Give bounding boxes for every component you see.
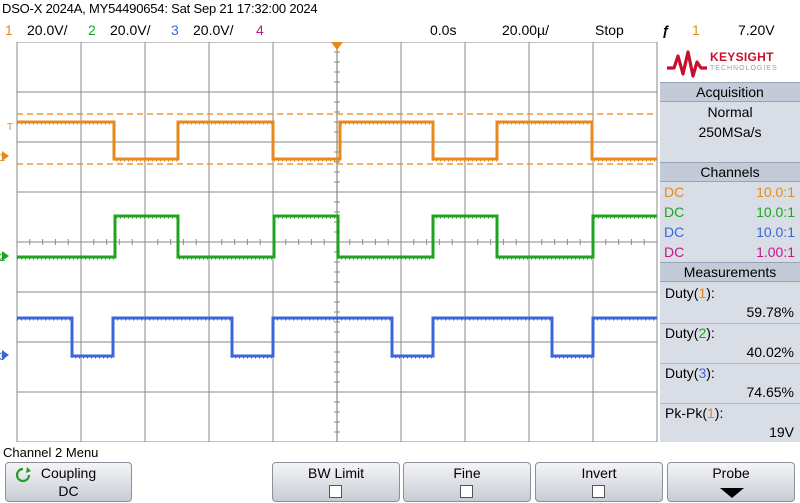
channel-1-coupling: DC (664, 184, 685, 200)
measurement-3-value: 74.65% (746, 384, 794, 400)
bw-limit-label: BW Limit (308, 465, 364, 481)
measurement-divider (660, 363, 800, 364)
channel-2-coupling: DC (664, 204, 685, 220)
channel-3-ground-marker-icon-label: 3 (0, 351, 5, 363)
keysight-wave-icon (667, 50, 707, 78)
ch3-number[interactable]: 3 (171, 22, 179, 38)
channel-1-probe: 10.0:1 (756, 184, 795, 200)
probe-softkey[interactable]: Probe (667, 462, 795, 502)
channel-2-probe: 10.0:1 (756, 204, 795, 220)
measurement-divider (660, 403, 800, 404)
channel-row-2: DC 10.0:1 (660, 203, 800, 223)
brand-name: KEYSIGHT (710, 50, 774, 64)
trigger-source[interactable]: 1 (692, 22, 700, 38)
channel-4-coupling: DC (664, 244, 685, 260)
ch3-scale[interactable]: 20.0V/ (193, 22, 233, 38)
ch1-scale[interactable]: 20.0V/ (27, 22, 67, 38)
channel-row-3: DC 10.0:1 (660, 223, 800, 243)
measurements-heading: Measurements (660, 262, 800, 282)
invert-label: Invert (581, 465, 617, 481)
waveform-display[interactable]: T 1 2 3 (0, 41, 658, 443)
fine-label: Fine (453, 465, 481, 481)
measurement-4-label: Pk-Pk(1): (665, 405, 724, 421)
trigger-slope-icon: ƒ (662, 22, 670, 38)
coupling-value: DC (58, 483, 79, 499)
measurement-divider (660, 323, 800, 324)
fine-softkey[interactable]: Fine (403, 462, 531, 502)
measurement-4-value: 19V (769, 424, 794, 440)
invert-checkbox[interactable] (592, 485, 605, 498)
channel-row-4: DC 1.00:1 (660, 243, 800, 263)
ch1-number[interactable]: 1 (5, 22, 13, 38)
channel-row-1: DC 10.0:1 (660, 183, 800, 203)
acquisition-mode: Normal (707, 104, 753, 120)
channel-1-ground-marker-icon-label: 1 (0, 152, 5, 164)
time-scale[interactable]: 20.00µ/ (502, 22, 549, 38)
time-delay[interactable]: 0.0s (430, 22, 456, 38)
channel-2-ground-marker-icon-label: 2 (0, 252, 5, 264)
channel-3-coupling: DC (664, 224, 685, 240)
ch2-scale[interactable]: 20.0V/ (110, 22, 150, 38)
info-sidebar: KEYSIGHT TECHNOLOGIES Acquisition Normal… (660, 42, 800, 442)
trigger-level[interactable]: 7.20V (738, 22, 775, 38)
acquisition-heading: Acquisition (660, 82, 800, 102)
menu-title: Channel 2 Menu (3, 445, 99, 460)
ch2-number[interactable]: 2 (88, 22, 96, 38)
measurement-1-label: Duty(1): (665, 285, 715, 301)
probe-label: Probe (712, 465, 750, 481)
trigger-marker-label: T (7, 122, 13, 133)
ch4-number[interactable]: 4 (256, 22, 264, 38)
window-title: DSO-X 2024A, MY54490654: Sat Sep 21 17:3… (2, 1, 318, 16)
graticule: T 1 2 3 (0, 41, 658, 443)
measurement-2-value: 40.02% (746, 344, 794, 360)
bw-limit-softkey[interactable]: BW Limit (272, 462, 400, 502)
coupling-label: Coupling (40, 465, 97, 481)
measurement-3-label: Duty(3): (665, 365, 715, 381)
fine-checkbox[interactable] (460, 485, 473, 498)
submenu-arrow-icon (720, 488, 744, 498)
invert-softkey[interactable]: Invert (535, 462, 663, 502)
acquisition-rate: 250MSa/s (698, 124, 762, 140)
channels-heading: Channels (660, 162, 800, 182)
brand-sub: TECHNOLOGIES (710, 65, 778, 72)
bw-limit-checkbox[interactable] (329, 485, 342, 498)
brand-logo: KEYSIGHT TECHNOLOGIES (660, 42, 800, 86)
status-bar: 1 20.0V/ 2 20.0V/ 3 20.0V/ 4 0.0s 20.00µ… (0, 20, 800, 40)
run-state[interactable]: Stop (595, 22, 624, 38)
channel-4-probe: 1.00:1 (756, 244, 795, 260)
channel-3-probe: 10.0:1 (756, 224, 795, 240)
measurement-1-value: 59.78% (746, 304, 794, 320)
coupling-softkey[interactable]: Coupling DC (5, 462, 132, 502)
measurement-2-label: Duty(2): (665, 325, 715, 341)
